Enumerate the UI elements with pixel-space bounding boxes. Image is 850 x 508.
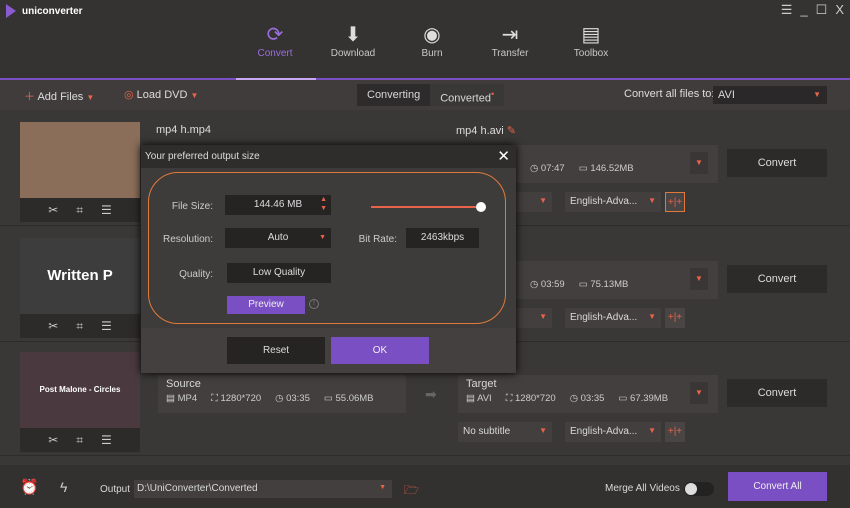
size-slider-handle[interactable] — [476, 202, 486, 212]
nav-transfer[interactable]: ⇥ Transfer — [470, 22, 550, 59]
alarm-clock-icon[interactable]: ⏰ — [20, 478, 39, 496]
dialog-title: Your preferred output size — [141, 145, 516, 168]
tab-converting[interactable]: Converting — [357, 84, 431, 106]
chevron-down-icon: ▼ — [379, 484, 386, 491]
nav-label: Toolbox — [573, 48, 609, 59]
file-size-label: File Size: — [171, 201, 213, 212]
merge-label: Merge All Videos — [605, 483, 680, 494]
chevron-down-icon: ▼ — [813, 90, 821, 99]
format-value: AVI — [718, 89, 735, 101]
logo-icon — [6, 4, 16, 18]
nav-label: Burn — [421, 48, 443, 59]
output-path-select[interactable]: D:\UniConverter\Converted ▼ — [134, 480, 392, 498]
nav-download[interactable]: ⬇ Download — [313, 22, 393, 59]
close-icon[interactable]: ✕ — [497, 147, 510, 165]
ok-button[interactable]: OK — [331, 337, 429, 364]
nav-burn[interactable]: ◉ Burn — [392, 22, 472, 59]
convert-all-button[interactable]: Convert All — [728, 472, 827, 501]
dvd-icon: ◎ — [124, 89, 134, 101]
transfer-icon: ⇥ — [501, 24, 519, 46]
chevron-down-icon: ▼ — [319, 234, 326, 241]
app-logo: uniconverter — [6, 4, 83, 18]
merge-toggle[interactable] — [684, 482, 714, 496]
output-path-value: D:\UniConverter\Converted — [137, 483, 258, 494]
format-select[interactable]: AVI ▼ — [713, 86, 827, 104]
burn-icon: ◉ — [423, 24, 441, 46]
notification-dot: • — [490, 89, 495, 99]
nav-label: Download — [330, 48, 376, 59]
load-dvd-button[interactable]: ◎ Load DVD ▼ — [124, 88, 198, 101]
status-tabs: Converting Converted• — [357, 84, 505, 106]
resolution-value: Auto — [267, 232, 289, 243]
plus-icon: ＋ — [24, 91, 35, 103]
minimize-button[interactable]: _ — [800, 2, 807, 18]
resolution-select[interactable]: Auto ▼ — [225, 228, 331, 248]
window-controls: ☰ _ ☐ X — [781, 2, 844, 18]
output-label: Output — [100, 484, 131, 495]
menu-button[interactable]: ☰ — [781, 2, 793, 18]
output-size-dialog: Your preferred output size ✕ File Size: … — [141, 145, 516, 373]
reset-button[interactable]: Reset — [227, 337, 325, 364]
toggle-knob — [685, 483, 697, 495]
load-dvd-label: Load DVD — [136, 89, 188, 101]
convert-all-label: Convert all files to: — [624, 88, 715, 100]
chevron-down-icon[interactable]: ▼ — [191, 91, 199, 100]
file-size-input[interactable]: 144.46 MB ▲ ▼ — [225, 195, 331, 215]
info-icon[interactable]: ! — [309, 299, 319, 309]
preview-button[interactable]: Preview — [227, 296, 305, 314]
app-title: uniconverter — [22, 5, 83, 17]
nav-label: Convert — [257, 48, 293, 59]
size-slider-track[interactable] — [371, 206, 481, 208]
quality-value[interactable]: Low Quality — [227, 263, 331, 283]
folder-icon[interactable]: 🗁 — [404, 481, 419, 502]
download-icon: ⬇ — [344, 24, 362, 46]
dialog-footer — [141, 328, 516, 373]
nav-toolbox[interactable]: ▤ Toolbox — [551, 22, 631, 59]
maximize-button[interactable]: ☐ — [816, 2, 828, 18]
tab-converted[interactable]: Converted• — [430, 84, 505, 106]
resolution-label: Resolution: — [162, 234, 213, 245]
spinner-icon[interactable]: ▲ ▼ — [320, 195, 327, 213]
bitrate-value: 2463kbps — [406, 228, 479, 248]
nav-label: Transfer — [491, 48, 529, 59]
lightning-icon[interactable]: ϟ — [60, 479, 67, 495]
quality-label: Quality: — [179, 269, 213, 280]
add-files-button[interactable]: ＋ Add Files ▼ — [24, 88, 94, 104]
chevron-down-icon[interactable]: ▼ — [86, 93, 94, 102]
add-files-label: Add Files — [37, 91, 84, 103]
nav-convert[interactable]: ⟳ Convert — [235, 22, 315, 59]
file-size-value: 144.46 MB — [253, 199, 303, 210]
convert-icon: ⟳ — [266, 24, 284, 46]
toolbox-icon: ▤ — [581, 24, 601, 46]
tab-converted-label: Converted — [440, 92, 491, 105]
bitrate-label: Bit Rate: — [358, 234, 397, 245]
close-button[interactable]: X — [835, 2, 844, 18]
